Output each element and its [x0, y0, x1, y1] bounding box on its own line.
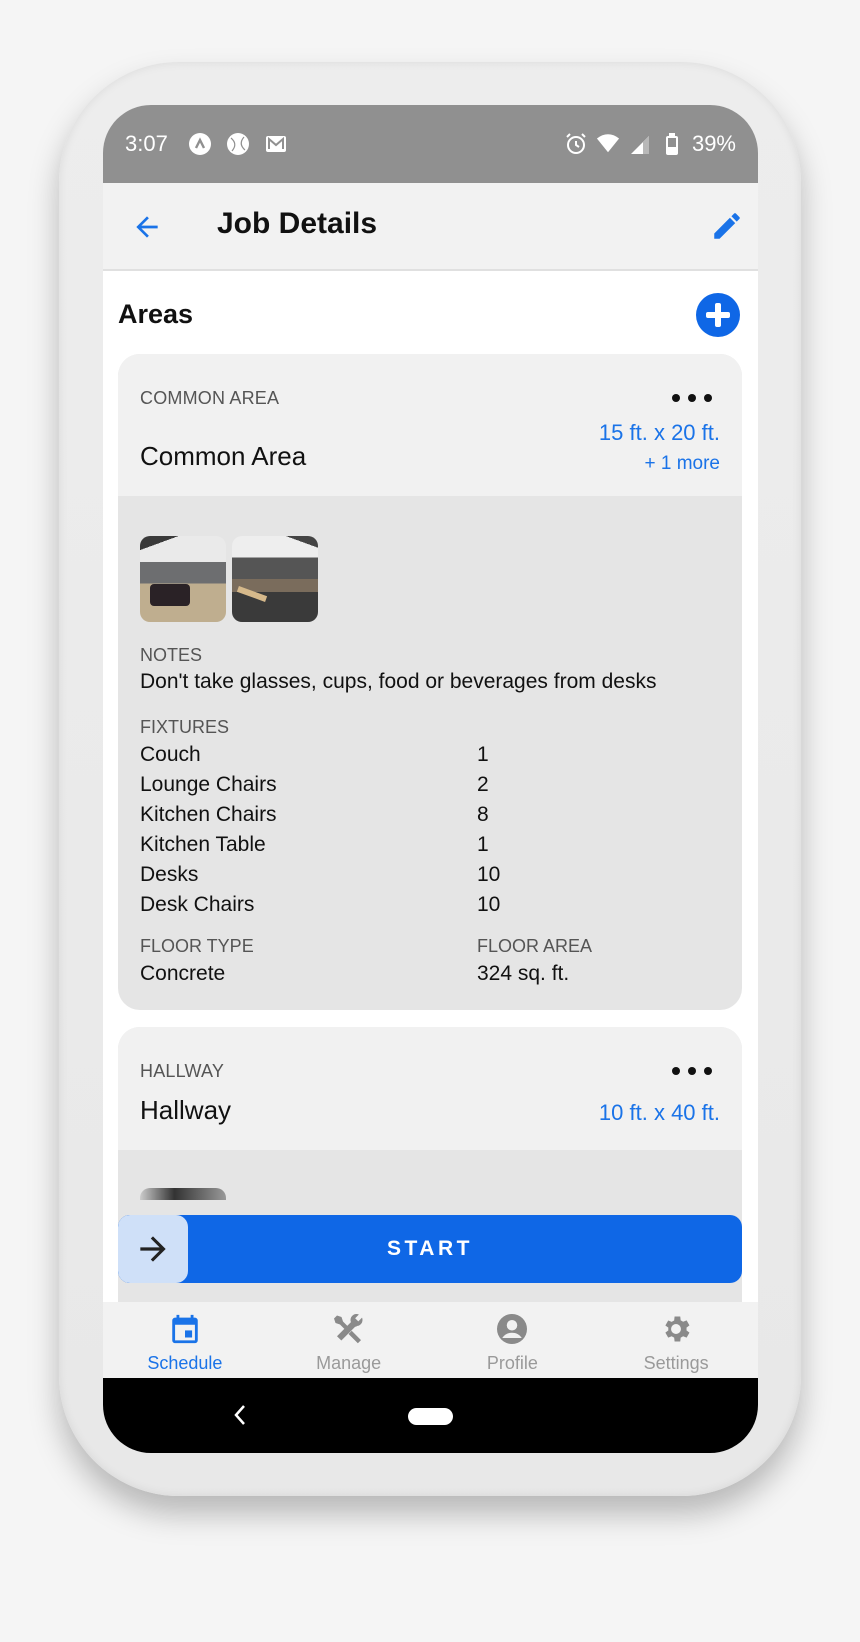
start-label: START: [387, 1237, 473, 1260]
system-back-button[interactable]: [230, 1403, 250, 1427]
status-time: 3:07: [125, 131, 168, 156]
fixture-qty: 2: [477, 773, 489, 796]
area-name: Hallway: [140, 1095, 232, 1125]
tools-icon: [331, 1311, 367, 1347]
account-circle-icon: [494, 1311, 530, 1347]
photo-gallery: [140, 536, 318, 622]
floor-area-value: 324 sq. ft.: [477, 962, 570, 985]
area-dimensions: 15 ft. x 20 ft.: [598, 420, 720, 445]
fixtures-list: Couch 1 Lounge Chairs 2 Kitchen Chairs 8…: [140, 741, 700, 921]
floor-type-value: Concrete: [140, 962, 226, 985]
sports-ball-icon: [226, 132, 250, 156]
fixture-qty: 8: [477, 803, 489, 826]
lounge-photo[interactable]: [140, 536, 226, 622]
fixture-row: Kitchen Table 1: [140, 831, 700, 861]
fixture-row: Lounge Chairs 2: [140, 771, 700, 801]
nav-item-profile[interactable]: Profile: [431, 1302, 595, 1378]
fixture-qty: 10: [477, 893, 501, 916]
fixture-qty: 10: [477, 863, 501, 886]
area-type: HALLWAY: [140, 1061, 225, 1081]
system-home-button[interactable]: [408, 1408, 453, 1425]
fixture-name: Desk Chairs: [140, 893, 255, 916]
app-notification-icon: [188, 132, 212, 156]
status-bar: 3:07 39%: [103, 105, 758, 183]
app-bar: Job Details: [103, 183, 758, 271]
fixture-name: Couch: [140, 743, 201, 766]
area-card-common-area[interactable]: COMMON AREA Common Area 15 ft. x 20 ft. …: [118, 354, 742, 1010]
nav-item-manage[interactable]: Manage: [267, 1302, 431, 1378]
battery-percent: 39%: [691, 131, 736, 156]
floor-area-label: FLOOR AREA: [477, 936, 593, 956]
page-title: Job Details: [217, 207, 378, 240]
floor-type-label: FLOOR TYPE: [140, 936, 254, 956]
nav-label: Manage: [316, 1353, 382, 1373]
dot: [704, 394, 712, 402]
pencil-icon: [714, 213, 740, 239]
system-navigation-bar: [103, 1378, 758, 1453]
notes-label: NOTES: [140, 645, 203, 665]
wifi-icon: [596, 132, 620, 156]
start-slider[interactable]: START: [118, 1215, 742, 1283]
fixture-name: Kitchen Table: [140, 833, 266, 856]
phone-screen: 3:07 39% Job Details Areas COMMON AREA C…: [103, 105, 758, 1453]
notes-value: Don't take glasses, cups, food or bevera…: [140, 670, 657, 693]
gmail-icon: [264, 132, 288, 156]
kitchen-desks-photo[interactable]: [232, 536, 318, 622]
dot: [688, 394, 696, 402]
nav-item-settings[interactable]: Settings: [594, 1302, 758, 1378]
more-options-button[interactable]: [672, 1065, 712, 1077]
content-area[interactable]: Areas COMMON AREA Common Area 15 ft. x 2…: [103, 271, 758, 1302]
fixture-name: Kitchen Chairs: [140, 803, 277, 826]
dot: [704, 1067, 712, 1075]
nav-label: Settings: [643, 1353, 709, 1373]
fixture-name: Lounge Chairs: [140, 773, 277, 796]
chevron-left-icon: [234, 1405, 245, 1425]
arrow-right-icon: [140, 1236, 166, 1262]
dot: [672, 1067, 680, 1075]
slider-handle[interactable]: [118, 1215, 188, 1283]
fixture-row: Desks 10: [140, 861, 700, 891]
bottom-navigation: Schedule Manage Profile Settings: [103, 1302, 758, 1378]
fixture-row: Desk Chairs 10: [140, 891, 700, 921]
dot: [672, 394, 680, 402]
fixtures-label: FIXTURES: [140, 717, 230, 737]
hallway-photo[interactable]: [140, 1188, 226, 1200]
area-dimensions: 10 ft. x 40 ft.: [598, 1100, 720, 1125]
dot: [688, 1067, 696, 1075]
nav-item-schedule[interactable]: Schedule: [103, 1302, 267, 1378]
arrow-left-icon: [136, 216, 158, 238]
calendar-icon: [167, 1311, 203, 1347]
edit-button[interactable]: [710, 209, 744, 243]
area-card-header: COMMON AREA Common Area 15 ft. x 20 ft. …: [118, 354, 742, 496]
area-name: Common Area: [140, 441, 307, 471]
area-card-header: HALLWAY Hallway 10 ft. x 40 ft.: [118, 1027, 742, 1150]
fixture-row: Kitchen Chairs 8: [140, 801, 700, 831]
fixture-qty: 1: [477, 833, 489, 856]
back-button[interactable]: [131, 211, 163, 243]
cell-signal-icon: [628, 132, 652, 156]
fixture-qty: 1: [477, 743, 489, 766]
nav-label: Schedule: [147, 1353, 223, 1373]
alarm-icon: [564, 132, 588, 156]
battery-icon: [660, 132, 684, 156]
areas-heading: Areas: [118, 299, 194, 329]
more-dimensions-link[interactable]: + 1 more: [644, 453, 720, 475]
area-type: COMMON AREA: [140, 388, 280, 408]
nav-label: Profile: [486, 1353, 538, 1373]
fixture-row: Couch 1: [140, 741, 700, 771]
add-area-button[interactable]: [696, 293, 740, 337]
fixture-name: Desks: [140, 863, 199, 886]
more-options-button[interactable]: [672, 392, 712, 404]
gear-icon: [658, 1311, 694, 1347]
